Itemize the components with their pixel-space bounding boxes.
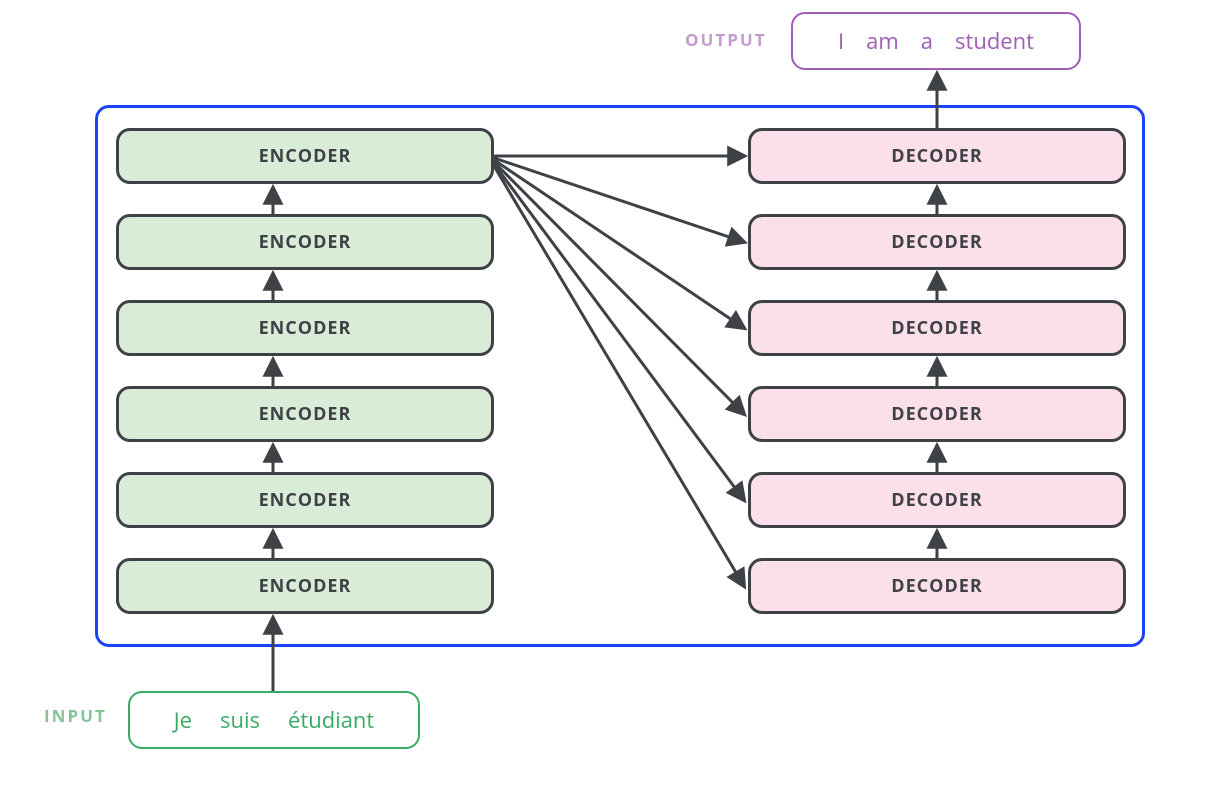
output-label: OUTPUT [685,28,767,51]
input-label: INPUT [44,704,107,727]
input-token: suis [220,705,260,735]
output-token: am [866,26,899,56]
decoder-block-6: DECODER [748,128,1126,184]
encoder-block-3: ENCODER [116,386,494,442]
input-token: Je [174,705,192,735]
input-token: étudiant [288,705,374,735]
output-token: a [921,26,933,56]
encoder-block-5: ENCODER [116,214,494,270]
output-token: student [955,26,1034,56]
output-box: I am a student [791,12,1081,70]
decoder-block-4: DECODER [748,300,1126,356]
encoder-block-6: ENCODER [116,128,494,184]
decoder-block-2: DECODER [748,472,1126,528]
output-token: I [838,26,844,56]
input-box: Je suis étudiant [128,691,420,749]
diagram-canvas: OUTPUT I am a student ENCODER ENCODER EN… [0,0,1218,793]
encoder-block-1: ENCODER [116,558,494,614]
encoder-block-4: ENCODER [116,300,494,356]
decoder-block-3: DECODER [748,386,1126,442]
decoder-block-5: DECODER [748,214,1126,270]
encoder-block-2: ENCODER [116,472,494,528]
decoder-block-1: DECODER [748,558,1126,614]
